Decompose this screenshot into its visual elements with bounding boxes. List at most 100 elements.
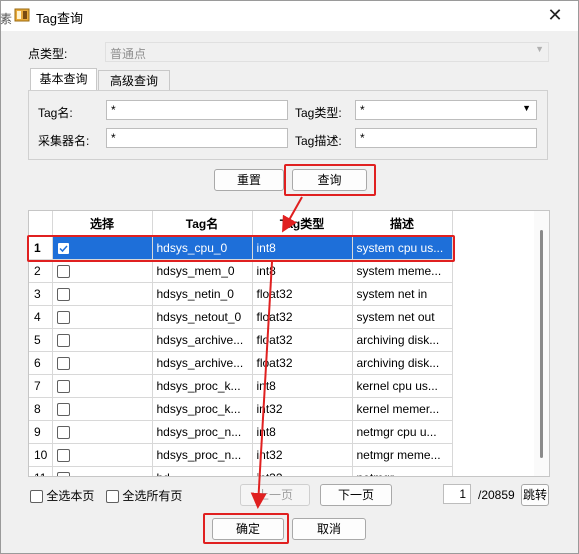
title-bar	[1, 1, 578, 31]
checkbox-icon[interactable]	[56, 334, 70, 348]
tag-name-cell: hdsys_netout_0	[152, 305, 253, 329]
scrollbar-thumb[interactable]	[540, 230, 543, 458]
collector-name-label: 采集器名:	[38, 134, 90, 148]
close-icon[interactable]: ✕	[542, 2, 568, 28]
row-select-cell[interactable]	[52, 328, 153, 352]
row-number: 3	[29, 282, 53, 306]
checkbox-icon[interactable]	[106, 490, 119, 504]
annotation-box-query	[284, 164, 376, 196]
checkbox-icon[interactable]	[56, 288, 70, 302]
chevron-down-icon: ▼	[522, 103, 531, 113]
annotation-box-row-1	[27, 235, 455, 262]
table-row[interactable]: 7 hdsys_proc_k... int8 kernel cpu us...	[29, 374, 453, 398]
checkbox-icon[interactable]	[30, 490, 43, 504]
row-select-cell[interactable]	[52, 397, 153, 421]
tag-type-cell: int32	[252, 397, 353, 421]
window-title: Tag查询	[36, 11, 83, 26]
checkbox-icon[interactable]	[56, 472, 70, 476]
header-tag-type[interactable]: Tag类型	[252, 211, 353, 237]
tab-advanced-query[interactable]: 高级查询	[98, 70, 170, 91]
tag-desc-input[interactable]: *	[355, 128, 537, 148]
checkbox-icon[interactable]	[56, 426, 70, 440]
description-cell: system net in	[352, 282, 453, 306]
tag-type-cell: float32	[252, 351, 353, 375]
prev-page-button[interactable]: 上一页	[240, 484, 310, 506]
tag-type-cell: int8	[252, 259, 353, 283]
next-page-button[interactable]: 下一页	[320, 484, 392, 506]
table-row[interactable]: 4 hdsys_netout_0 float32 system net out	[29, 305, 453, 329]
tag-type-select[interactable]: * ▼	[355, 100, 537, 120]
tag-name-cell: hdsys_archive...	[152, 328, 253, 352]
row-select-cell[interactable]	[52, 305, 153, 329]
row-select-cell[interactable]	[52, 351, 153, 375]
row-number: 10	[29, 443, 53, 467]
tag-name-label: Tag名:	[38, 106, 73, 120]
row-number: 9	[29, 420, 53, 444]
checkbox-icon[interactable]	[56, 449, 70, 463]
row-select-cell[interactable]	[52, 466, 153, 476]
page-total: /20859	[478, 488, 515, 502]
select-all-pages-checkbox[interactable]: 全选所有页	[106, 487, 182, 504]
point-type-label: 点类型:	[28, 47, 68, 61]
select-page-label: 全选本页	[46, 489, 95, 503]
tag-type-cell: int32	[252, 466, 353, 476]
checkbox-icon[interactable]	[56, 265, 70, 279]
checkbox-icon[interactable]	[56, 403, 70, 417]
row-select-cell[interactable]	[52, 443, 153, 467]
tag-name-cell: hdsys_proc_k...	[152, 374, 253, 398]
point-type-value: 普通点	[110, 47, 147, 61]
table-row[interactable]: 10 hdsys_proc_n... int32 netmgr meme...	[29, 443, 453, 467]
row-select-cell[interactable]	[52, 259, 153, 283]
row-select-cell[interactable]	[52, 420, 153, 444]
tag-type-cell: float32	[252, 282, 353, 306]
checkbox-icon[interactable]	[56, 357, 70, 371]
row-select-cell[interactable]	[52, 374, 153, 398]
tag-name-cell: hdsys_archive...	[152, 351, 253, 375]
tag-type-cell: int8	[252, 374, 353, 398]
collector-name-input[interactable]: *	[106, 128, 288, 148]
table-header-row: 选择 Tag名 Tag类型 描述	[29, 211, 453, 237]
tag-name-cell: hd...	[152, 466, 253, 476]
table-row[interactable]: 2 hdsys_mem_0 int8 system meme...	[29, 259, 453, 283]
page-number-input[interactable]: 1	[443, 484, 471, 504]
description-cell: kernel memer...	[352, 397, 453, 421]
annotation-box-ok	[203, 513, 289, 544]
description-cell: archiving disk...	[352, 328, 453, 352]
table-row[interactable]: 9 hdsys_proc_n... int8 netmgr cpu u...	[29, 420, 453, 444]
row-select-cell[interactable]	[52, 282, 153, 306]
header-select[interactable]: 选择	[52, 211, 153, 237]
header-tag-name[interactable]: Tag名	[152, 211, 253, 237]
row-number: 5	[29, 328, 53, 352]
description-cell: system net out	[352, 305, 453, 329]
tag-name-cell: hdsys_mem_0	[152, 259, 253, 283]
tab-basic-query[interactable]: 基本查询	[30, 68, 97, 90]
checkbox-icon[interactable]	[56, 311, 70, 325]
row-number: 11	[29, 466, 53, 476]
table-row[interactable]: 5 hdsys_archive... float32 archiving disk..…	[29, 328, 453, 352]
description-cell: kernel cpu us...	[352, 374, 453, 398]
app-icon	[14, 8, 30, 22]
reset-button[interactable]: 重置	[214, 169, 284, 191]
tag-name-cell: hdsys_proc_n...	[152, 420, 253, 444]
header-description[interactable]: 描述	[352, 211, 453, 237]
table-row[interactable]: 3 hdsys_netin_0 float32 system net in	[29, 282, 453, 306]
row-number: 6	[29, 351, 53, 375]
description-cell: archiving disk...	[352, 351, 453, 375]
table-row[interactable]: 8 hdsys_proc_k... int32 kernel memer...	[29, 397, 453, 421]
description-cell: netmgr meme...	[352, 443, 453, 467]
tag-type-cell: int32	[252, 443, 353, 467]
table-row[interactable]: 11 hd...int32netmgr ...	[29, 466, 453, 476]
tag-name-cell: hdsys_proc_n...	[152, 443, 253, 467]
row-number: 7	[29, 374, 53, 398]
checkbox-icon[interactable]	[56, 380, 70, 394]
tag-type-cell: float32	[252, 305, 353, 329]
table-row[interactable]: 6 hdsys_archive... float32 archiving disk..…	[29, 351, 453, 375]
description-cell: netmgr cpu u...	[352, 420, 453, 444]
select-page-checkbox[interactable]: 全选本页	[30, 487, 94, 504]
background-text-fragment: 素	[0, 12, 13, 26]
tag-name-input[interactable]: *	[106, 100, 288, 120]
tag-type-label: Tag类型:	[295, 106, 342, 120]
jump-button[interactable]: 跳转	[521, 484, 549, 506]
cancel-button[interactable]: 取消	[292, 518, 366, 540]
tag-type-cell: int8	[252, 420, 353, 444]
